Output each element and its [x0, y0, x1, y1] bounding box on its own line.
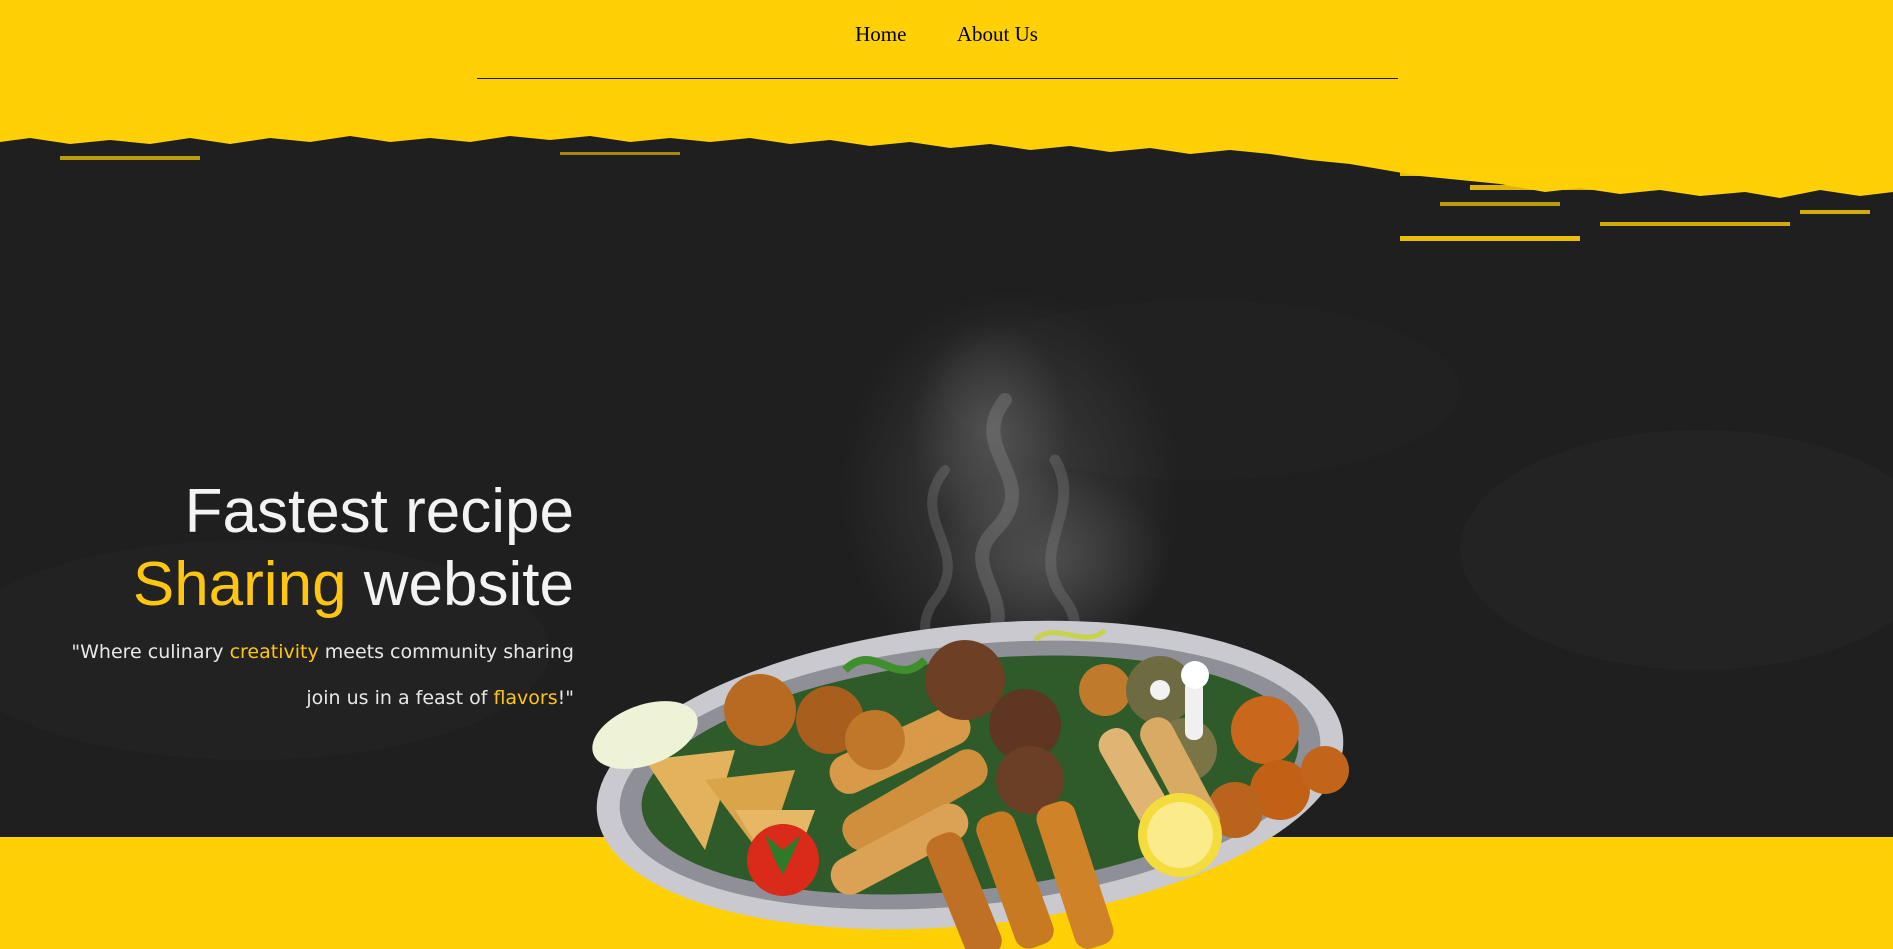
tagline-part-1: "Where culinary — [71, 641, 230, 663]
tagline-accent-flavors: flavors — [493, 687, 558, 709]
headline-accent-word: Sharing — [132, 550, 347, 619]
headline-line-1: Fastest recipe — [184, 477, 574, 546]
tagline-accent-creativity: creativity — [229, 641, 319, 663]
top-navigation: Home About Us — [0, 0, 1893, 80]
tagline-part-4: !" — [557, 687, 574, 709]
nav-divider — [477, 78, 1398, 79]
tagline-part-3: join us in a feast of — [306, 687, 494, 709]
hero-text-block: Fastest recipe Sharing website "Where cu… — [0, 475, 574, 721]
hero-tagline: "Where culinary creativity meets communi… — [0, 629, 574, 721]
hero-headline: Fastest recipe Sharing website — [0, 475, 574, 621]
nav-link-home[interactable]: Home — [855, 22, 906, 47]
headline-line-2-rest: website — [346, 550, 574, 619]
hero-food-platter-image — [592, 393, 1349, 949]
tagline-part-2: meets community sharing — [318, 641, 574, 663]
nav-link-about-us[interactable]: About Us — [957, 22, 1038, 47]
nav-links: Home About Us — [0, 22, 1893, 47]
